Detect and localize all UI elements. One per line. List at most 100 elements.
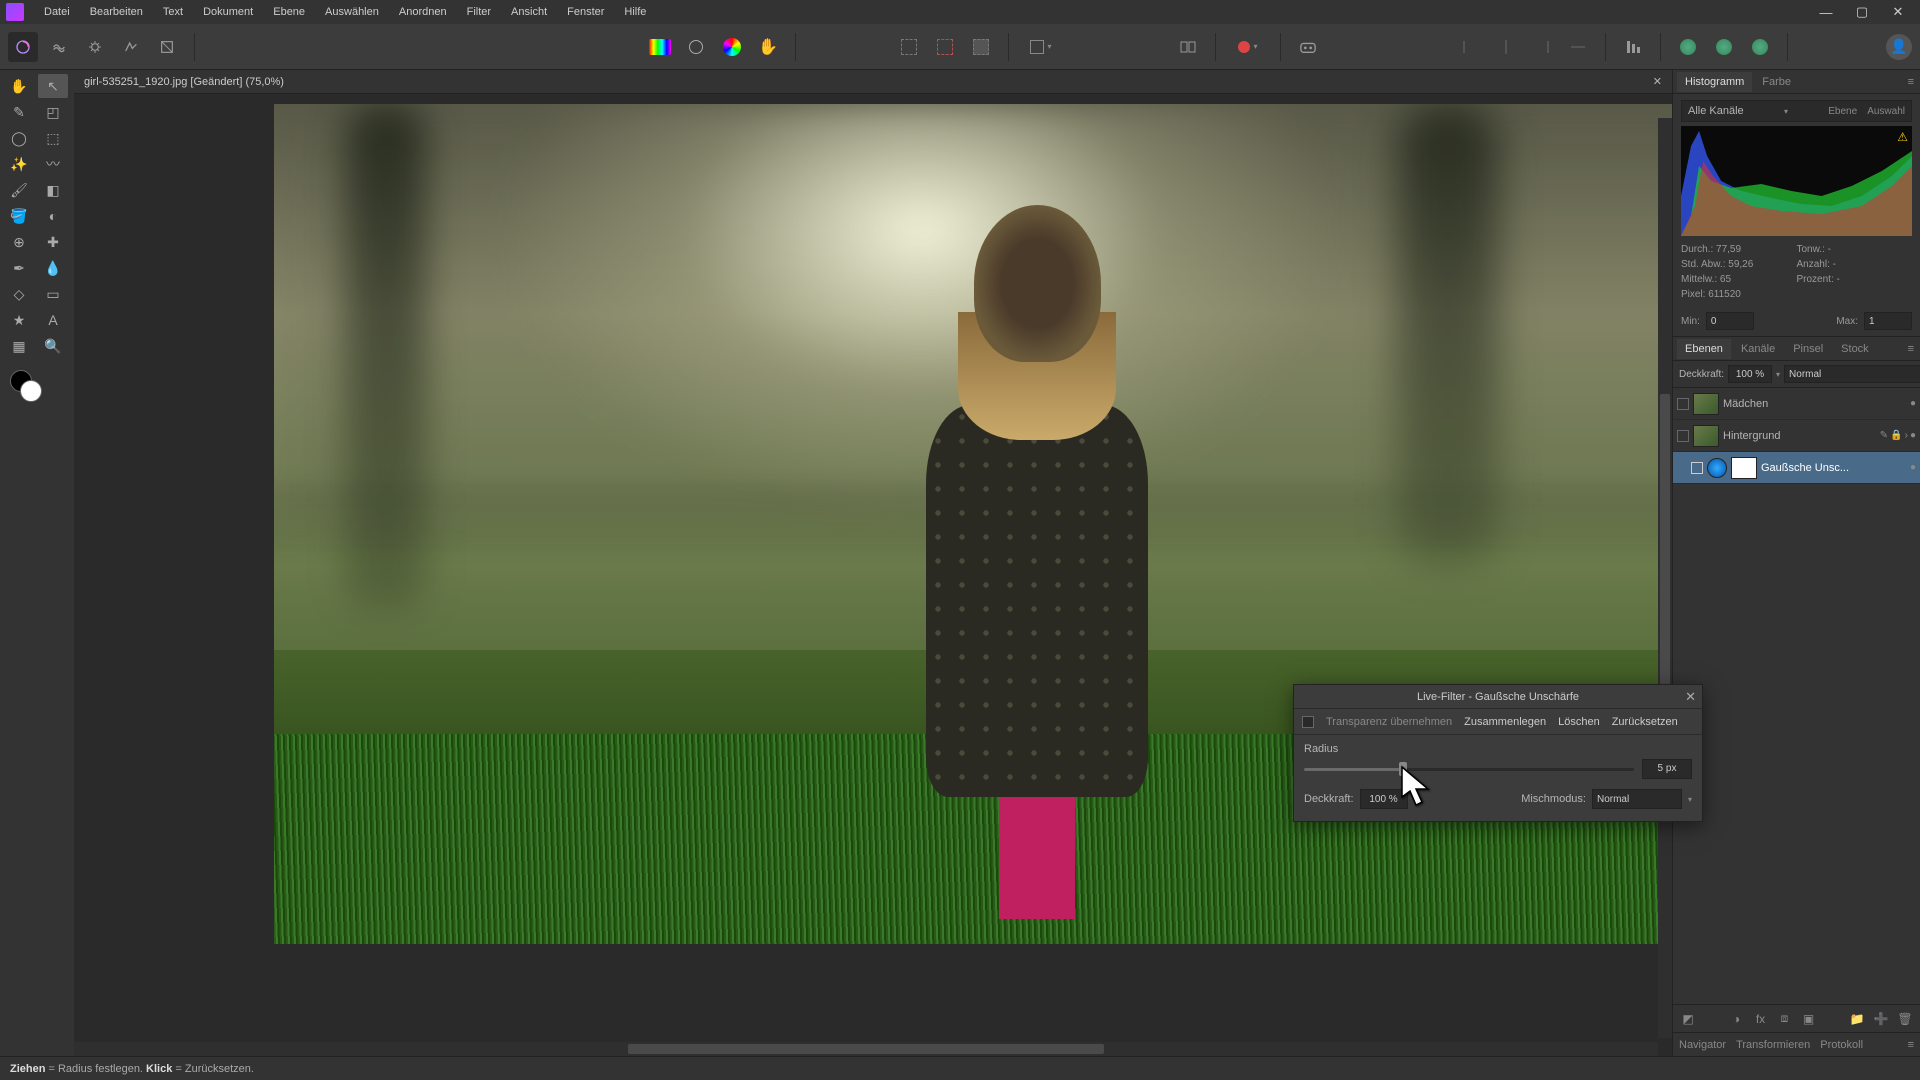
align-right-button[interactable] (1527, 32, 1557, 62)
radius-slider-handle[interactable] (1399, 762, 1407, 776)
persona-tonemap-button[interactable] (116, 32, 146, 62)
star-tool[interactable]: ★ (4, 308, 34, 332)
tab-kanaele[interactable]: Kanäle (1733, 339, 1783, 359)
align-center-button[interactable] (1491, 32, 1521, 62)
canvas-viewport[interactable] (74, 94, 1672, 1056)
layer-visibility-checkbox[interactable] (1677, 430, 1689, 442)
invert-selection-button[interactable] (966, 32, 996, 62)
live-filter-dialog[interactable]: Live-Filter - Gaußsche Unschärfe ✕ Trans… (1293, 684, 1703, 822)
erase-tool[interactable]: ◧ (38, 178, 68, 202)
freehand-select-tool[interactable]: 〰 (38, 152, 68, 176)
menu-bearbeiten[interactable]: Bearbeiten (80, 2, 153, 22)
tab-farbe[interactable]: Farbe (1754, 72, 1799, 92)
tab-protokoll[interactable]: Protokoll (1820, 1039, 1863, 1051)
layer-visibility-checkbox[interactable] (1677, 398, 1689, 410)
dialog-blend-select[interactable] (1592, 789, 1682, 809)
clone-tool[interactable]: ⊕ (4, 230, 34, 254)
cloud-sync2-button[interactable] (1709, 32, 1739, 62)
color-swatch[interactable] (4, 370, 70, 406)
layer-lock-icon[interactable]: 🔒 (1890, 430, 1902, 441)
layer-delete-button[interactable]: 🗑 (1896, 1010, 1914, 1028)
vertical-scrollbar[interactable] (1658, 118, 1672, 1038)
dialog-close-button[interactable]: ✕ (1685, 689, 1696, 705)
insert-target-dropdown[interactable]: ▾ (1021, 32, 1061, 62)
menu-ansicht[interactable]: Ansicht (501, 2, 557, 22)
move-tool[interactable]: ↖ (38, 74, 68, 98)
menu-text[interactable]: Text (153, 2, 193, 22)
preserve-alpha-checkbox[interactable] (1302, 716, 1314, 728)
menu-datei[interactable]: Datei (34, 2, 80, 22)
tab-navigator[interactable]: Navigator (1679, 1039, 1726, 1051)
snapping-dropdown[interactable]: ▾ (1228, 32, 1268, 62)
selection-brush-tool[interactable]: ◯ (4, 126, 34, 150)
layer-fx-button[interactable]: fx (1752, 1010, 1770, 1028)
assistant-button[interactable] (1293, 32, 1323, 62)
layer-row-gaussblur[interactable]: Gaußsche Unsc... ● (1673, 452, 1920, 484)
merge-button[interactable]: Zusammenlegen (1464, 716, 1546, 728)
node-tool[interactable]: ◇ (4, 282, 34, 306)
crop-tool[interactable]: ◰ (38, 100, 68, 124)
dodge-tool[interactable]: ◐ (38, 204, 68, 228)
maximize-button[interactable]: ▢ (1846, 2, 1878, 22)
histogram-min-input[interactable] (1706, 312, 1754, 330)
horizontal-scrollbar[interactable] (74, 1042, 1658, 1056)
quickmask-button[interactable]: ✋ (753, 32, 783, 62)
persona-develop-button[interactable] (80, 32, 110, 62)
layer-row-maedchen[interactable]: Mädchen ● (1673, 388, 1920, 420)
dialog-opacity-input[interactable] (1360, 789, 1408, 809)
radius-value-input[interactable]: 5 px (1642, 759, 1692, 779)
select-all-button[interactable] (894, 32, 924, 62)
menu-anordnen[interactable]: Anordnen (389, 2, 457, 22)
menu-hilfe[interactable]: Hilfe (614, 2, 656, 22)
layer-adjust-button[interactable]: ◑ (1728, 1010, 1746, 1028)
smudge-tool[interactable]: 💧 (38, 256, 68, 280)
account-avatar[interactable]: 👤 (1886, 34, 1912, 60)
foreground-color-swatch[interactable] (20, 380, 42, 402)
tab-ebenen[interactable]: Ebenen (1677, 339, 1731, 359)
tab-histogramm[interactable]: Histogramm (1677, 72, 1752, 92)
view-tool[interactable]: ✋ (4, 74, 34, 98)
histogram-channel-dropdown[interactable]: Alle Kanäle ▾ Ebene Auswahl (1681, 100, 1912, 122)
menu-fenster[interactable]: Fenster (557, 2, 614, 22)
tab-pinsel[interactable]: Pinsel (1785, 339, 1831, 359)
shape-tool[interactable]: ▭ (38, 282, 68, 306)
panel-menu-icon[interactable]: ≡ (1908, 343, 1920, 355)
tab-transformieren[interactable]: Transformieren (1736, 1039, 1810, 1051)
align-left-button[interactable] (1455, 32, 1485, 62)
cloud-sync1-button[interactable] (1673, 32, 1703, 62)
order-button[interactable] (1618, 32, 1648, 62)
healing-tool[interactable]: ✚ (38, 230, 68, 254)
pen-tool[interactable]: ✒ (4, 256, 34, 280)
menu-dokument[interactable]: Dokument (193, 2, 263, 22)
radius-slider[interactable] (1304, 760, 1634, 778)
minimize-button[interactable]: — (1810, 2, 1842, 22)
align-more-button[interactable] (1563, 32, 1593, 62)
grid-tool[interactable]: ▦ (4, 334, 34, 358)
color-picker-tool[interactable]: ✎ (4, 100, 34, 124)
marquee-tool[interactable]: ⬚ (38, 126, 68, 150)
menu-ebene[interactable]: Ebene (263, 2, 315, 22)
delete-button[interactable]: Löschen (1558, 716, 1600, 728)
quick-circle-button[interactable] (681, 32, 711, 62)
persona-liquify-button[interactable] (44, 32, 74, 62)
menu-filter[interactable]: Filter (457, 2, 501, 22)
layer-mask-button[interactable]: ◩ (1679, 1010, 1697, 1028)
layer-link-icon[interactable]: › (1905, 430, 1908, 441)
dialog-titlebar[interactable]: Live-Filter - Gaußsche Unschärfe ✕ (1294, 685, 1702, 709)
cloud-sync3-button[interactable] (1745, 32, 1775, 62)
layer-visibility-checkbox[interactable] (1691, 462, 1703, 474)
blend-mode-select[interactable] (1784, 365, 1920, 383)
panel-menu-icon[interactable]: ≡ (1908, 1039, 1914, 1051)
tab-stock[interactable]: Stock (1833, 339, 1877, 359)
histogram-scope-auswahl[interactable]: Auswahl (1867, 106, 1905, 117)
document-tab-close[interactable]: ✕ (1653, 75, 1662, 88)
panel-menu-icon[interactable]: ≡ (1908, 76, 1920, 88)
layer-add-button[interactable]: ➕ (1872, 1010, 1890, 1028)
document-tab[interactable]: girl-535251_1920.jpg [Geändert] (75,0%) (84, 76, 284, 88)
histogram-scope-ebene[interactable]: Ebene (1828, 106, 1857, 117)
reset-button[interactable]: Zurücksetzen (1612, 716, 1678, 728)
fill-tool[interactable]: 🪣 (4, 204, 34, 228)
layer-mask2-button[interactable]: ▣ (1800, 1010, 1818, 1028)
paint-brush-tool[interactable]: 🖌 (4, 178, 34, 202)
zoom-tool[interactable]: 🔍 (38, 334, 68, 358)
